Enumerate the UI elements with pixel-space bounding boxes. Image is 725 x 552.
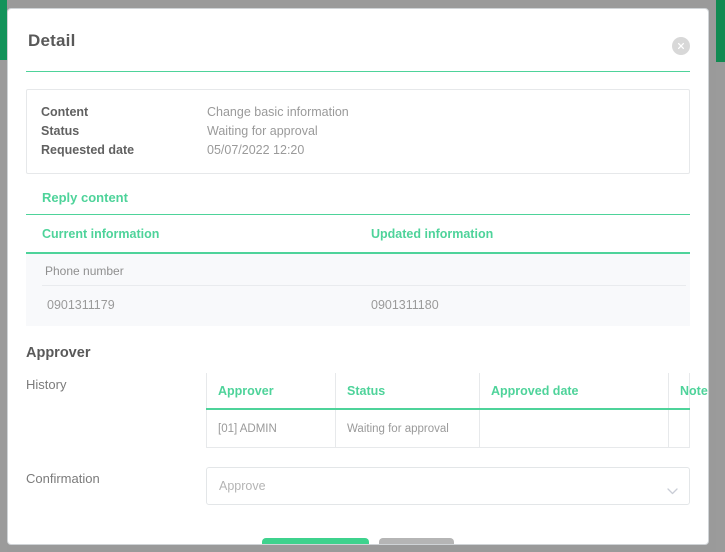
page-root: Detail Content Change basic information …	[0, 0, 725, 552]
modal-body: Content Change basic information Status …	[8, 89, 708, 544]
modal-header: Detail	[8, 9, 708, 61]
column-header-current: Current information	[42, 227, 160, 241]
cancel-button[interactable]: Cancel	[379, 538, 455, 544]
column-header-updated: Updated information	[371, 227, 494, 241]
detail-modal: Detail Content Change basic information …	[7, 8, 709, 545]
comparison-header: Current information Updated information	[26, 215, 690, 254]
th-approved-date: Approved date	[479, 373, 669, 410]
info-row-status: Status Waiting for approval	[41, 122, 673, 141]
header-divider	[26, 71, 690, 72]
page-scrollbar-left[interactable]	[0, 0, 7, 552]
table-header-row: Approver Status Approved date Note	[206, 373, 708, 410]
th-approver: Approver	[206, 373, 336, 410]
info-label: Requested date	[41, 143, 135, 157]
tab-reply-content[interactable]: Reply content	[26, 190, 690, 215]
confirmation-select-value: Approve	[219, 479, 266, 493]
info-row-content: Content Change basic information	[41, 103, 673, 122]
cell-approved-date	[479, 409, 669, 448]
field-name-phone-number: Phone number	[42, 254, 686, 286]
approver-section-title: Approver	[26, 345, 91, 361]
th-status: Status	[335, 373, 480, 410]
updated-value: 0901311180	[371, 298, 439, 312]
close-icon[interactable]	[672, 37, 690, 55]
info-label: Content	[41, 105, 89, 119]
current-value: 0901311179	[47, 298, 115, 312]
history-row: History Approver Status Approved date No…	[26, 373, 708, 448]
cell-note	[668, 409, 690, 448]
confirmation-label: Confirmation	[26, 471, 100, 486]
history-label: History	[26, 377, 67, 392]
cell-approver: [01] ADMIN	[206, 409, 336, 448]
info-value: Waiting for approval	[207, 124, 318, 138]
modal-footer: Confirmation Cancel	[26, 538, 690, 544]
table-row: [01] ADMIN Waiting for approval	[206, 409, 690, 448]
page-title: Detail	[28, 31, 76, 50]
info-value: 05/07/2022 12:20	[207, 143, 305, 157]
th-note: Note	[668, 373, 708, 410]
scrollbar-thumb-left[interactable]	[0, 0, 7, 60]
request-info-box: Content Change basic information Status …	[26, 89, 690, 174]
confirmation-select[interactable]: Approve	[206, 467, 690, 505]
scrollbar-thumb-right[interactable]	[716, 0, 725, 62]
page-scrollbar-right[interactable]	[716, 0, 725, 552]
info-row-requested-date: Requested date 05/07/2022 12:20	[41, 141, 673, 160]
comparison-body: Phone number 0901311179 0901311180	[26, 254, 690, 326]
info-label: Status	[41, 124, 80, 138]
confirmation-control: Approve	[206, 467, 690, 505]
history-table-wrapper: Approver Status Approved date Note [01] …	[206, 373, 708, 448]
cell-status: Waiting for approval	[335, 409, 480, 448]
history-table: Approver Status Approved date Note [01] …	[206, 373, 708, 448]
confirmation-row: Confirmation Approve	[26, 467, 690, 505]
confirmation-button[interactable]: Confirmation	[261, 538, 370, 544]
chevron-down-icon	[667, 482, 678, 500]
info-value: Change basic information	[207, 105, 349, 119]
comparison-value-row: 0901311179 0901311180	[26, 286, 690, 312]
